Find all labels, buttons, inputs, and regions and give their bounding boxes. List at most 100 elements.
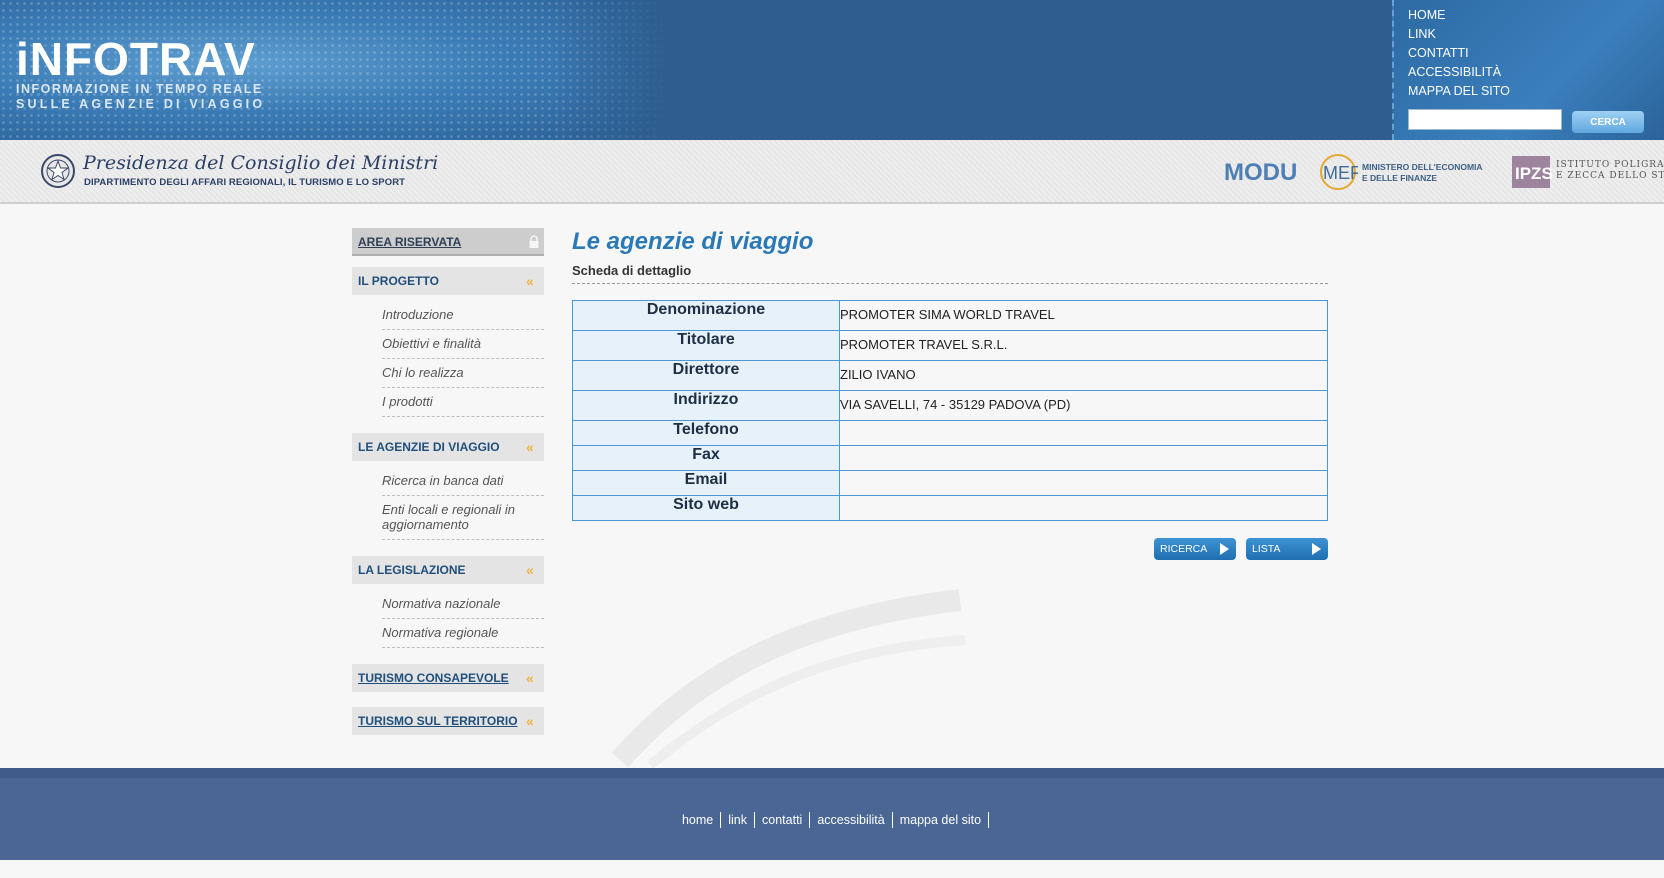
table-row: Telefono: [572, 420, 1328, 446]
mef-logo-letters: MEF: [1323, 163, 1358, 183]
ipzs-text-line-1: ISTITUTO POLIGRAFICO: [1556, 160, 1664, 170]
world-map-banner: iNFOTRAV INFORMAZIONE IN TEMPO REALE SUL…: [0, 0, 672, 140]
ricerca-button-label: RICERCA: [1160, 543, 1208, 555]
row-label: Telefono: [572, 420, 840, 446]
footer-link-contatti[interactable]: contatti: [755, 812, 811, 828]
row-label: Indirizzo: [572, 390, 840, 421]
chevron-left-icon: «: [526, 562, 534, 578]
top-nav: HOME LINK CONTATTI ACCESSIBILITÀ MAPPA D…: [1408, 6, 1510, 101]
row-label: Denominazione: [572, 300, 840, 331]
footer-link-accessibilita[interactable]: accessibilità: [810, 812, 893, 828]
table-row: Indirizzo VIA SAVELLI, 74 - 35129 PADOVA…: [572, 390, 1328, 421]
lista-button[interactable]: LISTA: [1246, 538, 1328, 560]
footer-nav: home link contatti accessibilità mappa del s…: [0, 812, 1664, 828]
mef-circle-icon: MEF: [1320, 154, 1361, 190]
table-row: Direttore ZILIO IVANO: [572, 360, 1328, 391]
row-value: [839, 470, 1328, 496]
presidenza-title[interactable]: Presidenza del Consiglio dei Ministri: [83, 152, 438, 174]
area-riservata-link[interactable]: AREA RISERVATA: [352, 228, 544, 256]
chevron-left-icon: «: [526, 670, 534, 686]
ipzs-logo[interactable]: IPZS ISTITUTO POLIGRAFICO E ZECCA DELLO …: [1510, 152, 1664, 196]
row-label: Fax: [572, 445, 840, 471]
infotrav-logo[interactable]: iNFOTRAV INFORMAZIONE IN TEMPO REALE SUL…: [16, 36, 265, 112]
top-nav-accessibilita[interactable]: ACCESSIBILITÀ: [1408, 63, 1510, 82]
sidebar-progetto-list: Introduzione Obiettivi e finalità Chi lo…: [352, 301, 544, 417]
sidebar-item-chi-lo-realizza[interactable]: Chi lo realizza: [382, 359, 544, 388]
row-label: Email: [572, 470, 840, 496]
logo-title: iNFOTRAV: [16, 33, 256, 85]
sidebar: AREA RISERVATA IL PROGETTO « Introduzion…: [352, 228, 544, 735]
lista-button-label: LISTA: [1252, 543, 1281, 555]
footer-link-link[interactable]: link: [721, 812, 756, 828]
mef-text-line-2: E DELLE FINANZE: [1362, 173, 1438, 183]
row-value: ZILIO IVANO: [839, 360, 1328, 391]
detail-table: Denominazione PROMOTER SIMA WORLD TRAVEL…: [572, 300, 1328, 521]
sidebar-turismo-territorio-label: TURISMO SUL TERRITORIO: [358, 714, 518, 728]
ricerca-button[interactable]: RICERCA: [1154, 538, 1236, 560]
search-button[interactable]: CERCA: [1572, 111, 1644, 133]
ipzs-text: ISTITUTO POLIGRAFICO E ZECCA DELLO STATO: [1556, 160, 1664, 182]
search-input[interactable]: [1408, 109, 1562, 130]
chevron-left-icon: «: [526, 439, 534, 455]
row-value: PROMOTER SIMA WORLD TRAVEL: [839, 300, 1328, 331]
ipzs-mark-icon: IPZS: [1512, 156, 1553, 188]
top-nav-mappa[interactable]: MAPPA DEL SITO: [1408, 82, 1510, 101]
mef-logo[interactable]: MEF MINISTERO DELL'ECONOMIA E DELLE FINA…: [1318, 152, 1490, 192]
row-value: [839, 495, 1328, 521]
table-row: Denominazione PROMOTER SIMA WORLD TRAVEL: [572, 300, 1328, 331]
table-row: Sito web: [572, 495, 1328, 521]
table-row: Email: [572, 470, 1328, 496]
logo-subtitle-1: INFORMAZIONE IN TEMPO REALE: [16, 82, 263, 96]
modus-logo[interactable]: MODUS: [1222, 152, 1296, 188]
play-arrow-icon: [1220, 543, 1229, 555]
footer-link-home[interactable]: home: [675, 812, 722, 828]
header-utility-panel: HOME LINK CONTATTI ACCESSIBILITÀ MAPPA D…: [1392, 0, 1664, 140]
page-subtitle: Scheda di dettaglio: [572, 260, 1328, 284]
table-row: Fax: [572, 445, 1328, 471]
page-bottom-strip: [0, 860, 1664, 878]
sponsor-bar: Presidenza del Consiglio dei Ministri DI…: [0, 140, 1664, 204]
top-nav-link[interactable]: LINK: [1408, 25, 1510, 44]
footer-link-mappa[interactable]: mappa del sito: [893, 812, 990, 828]
sidebar-item-enti-locali[interactable]: Enti locali e regionali in aggiornamento: [382, 496, 544, 540]
sidebar-section-legislazione-label: LA LEGISLAZIONE: [358, 563, 466, 577]
chevron-left-icon: «: [526, 713, 534, 729]
row-label: Sito web: [572, 495, 840, 521]
lock-icon: [529, 235, 539, 248]
sidebar-turismo-consapevole-label: TURISMO CONSAPEVOLE: [358, 671, 509, 685]
sidebar-item-ricerca-banca-dati[interactable]: Ricerca in banca dati: [382, 467, 544, 496]
sidebar-section-legislazione[interactable]: LA LEGISLAZIONE «: [352, 556, 544, 584]
sidebar-turismo-consapevole[interactable]: TURISMO CONSAPEVOLE «: [352, 664, 544, 692]
sidebar-section-agenzie-label: LE AGENZIE DI VIAGGIO: [358, 440, 500, 454]
row-label: Titolare: [572, 330, 840, 361]
top-nav-home[interactable]: HOME: [1408, 6, 1510, 25]
row-value: [839, 445, 1328, 471]
decorative-swoosh: [611, 589, 966, 769]
table-row: Titolare PROMOTER TRAVEL S.R.L.: [572, 330, 1328, 361]
logo-subtitle-2: SULLE AGENZIE DI VIAGGIO: [16, 97, 266, 111]
sidebar-item-normativa-nazionale[interactable]: Normativa nazionale: [382, 590, 544, 619]
sidebar-item-obiettivi[interactable]: Obiettivi e finalità: [382, 330, 544, 359]
sidebar-turismo-territorio[interactable]: TURISMO SUL TERRITORIO «: [352, 707, 544, 735]
page-title: Le agenzie di viaggio: [572, 228, 814, 255]
sidebar-section-progetto[interactable]: IL PROGETTO «: [352, 267, 544, 295]
modus-logo-text: MODUS: [1224, 159, 1296, 186]
sidebar-legislazione-list: Normativa nazionale Normativa regionale: [352, 590, 544, 648]
italian-republic-emblem-icon: [41, 154, 75, 188]
row-value: VIA SAVELLI, 74 - 35129 PADOVA (PD): [839, 390, 1328, 421]
area-riservata-label: AREA RISERVATA: [358, 235, 462, 249]
sidebar-section-progetto-label: IL PROGETTO: [358, 274, 439, 288]
sidebar-section-agenzie[interactable]: LE AGENZIE DI VIAGGIO «: [352, 433, 544, 461]
row-label: Direttore: [572, 360, 840, 391]
sidebar-item-normativa-regionale[interactable]: Normativa regionale: [382, 619, 544, 648]
top-nav-contatti[interactable]: CONTATTI: [1408, 44, 1510, 63]
row-value: PROMOTER TRAVEL S.R.L.: [839, 330, 1328, 361]
sidebar-agenzie-list: Ricerca in banca dati Enti locali e regi…: [352, 467, 544, 540]
sidebar-item-prodotti[interactable]: I prodotti: [382, 388, 544, 417]
chevron-left-icon: «: [526, 273, 534, 289]
sidebar-item-introduzione[interactable]: Introduzione: [382, 301, 544, 330]
